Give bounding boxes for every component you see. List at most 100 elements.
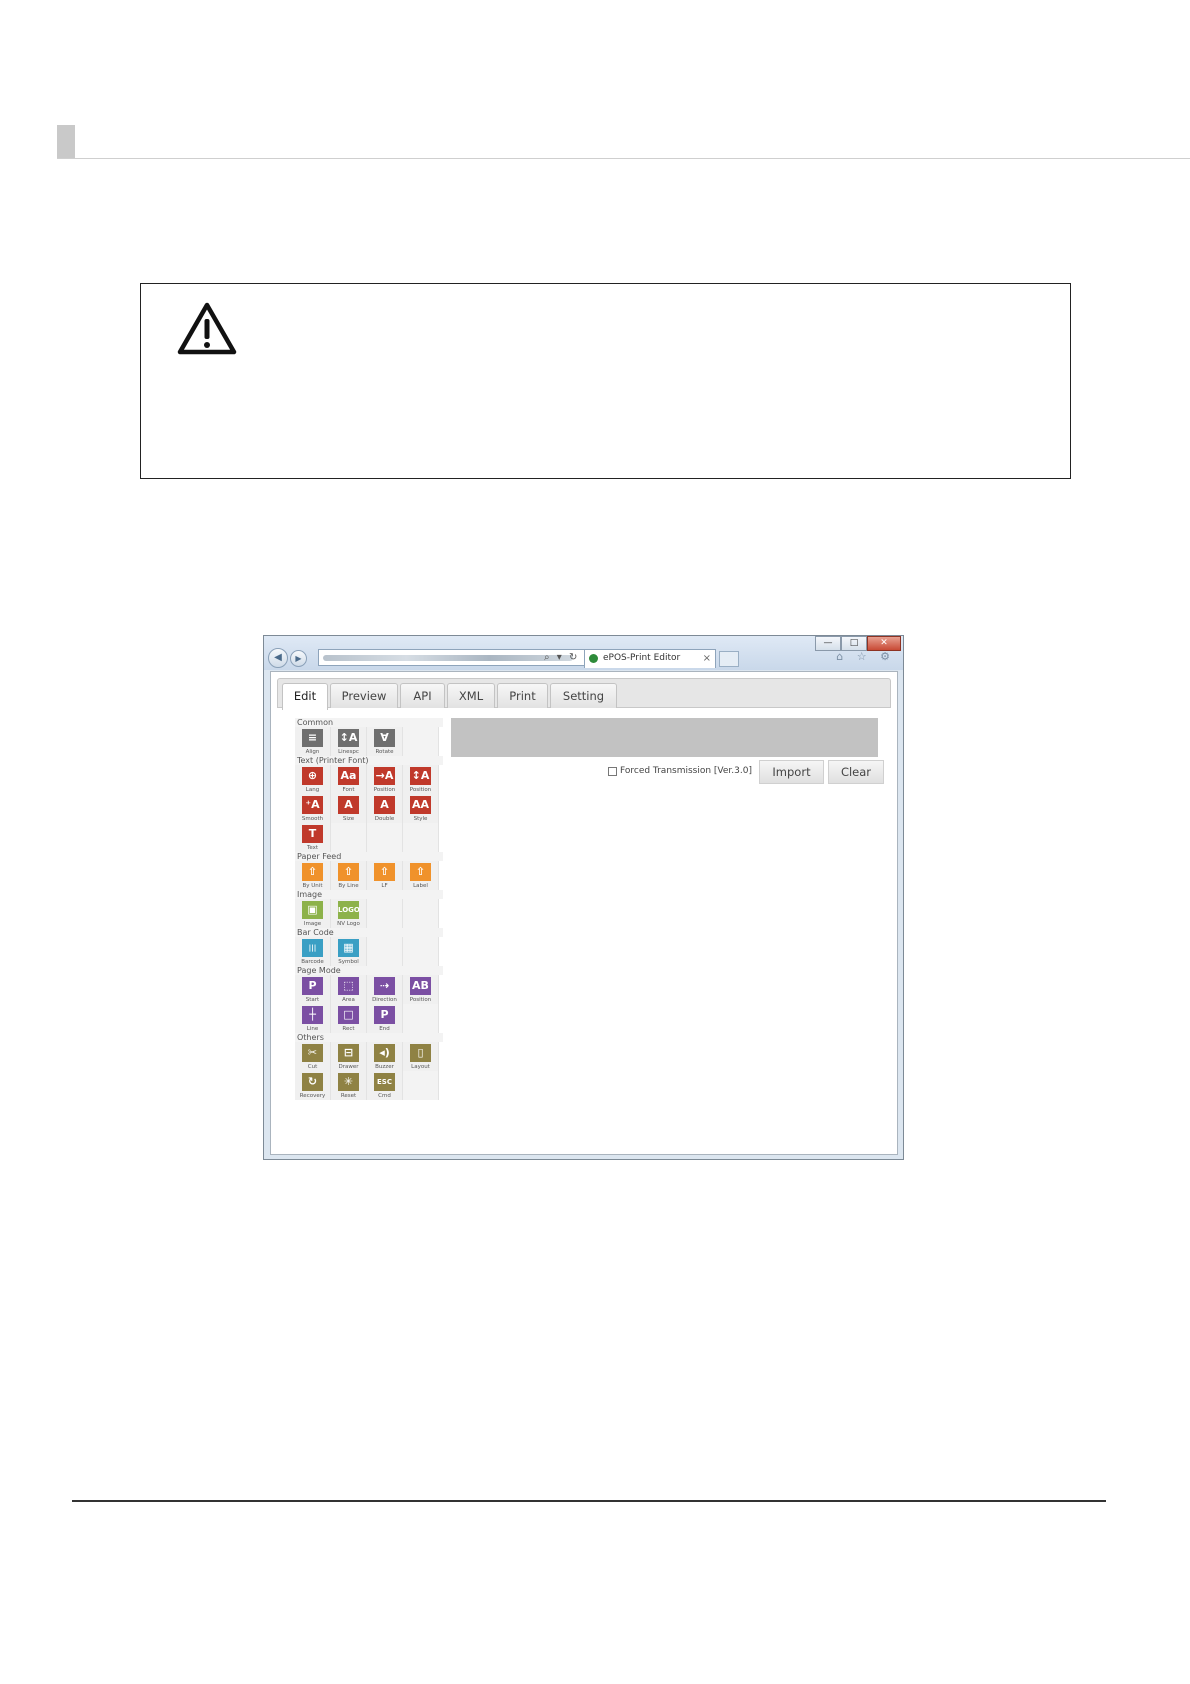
palette-row: ┼ Line □ Rect P End [295,1004,443,1033]
area-icon: ⬚ [338,977,359,995]
tab-close-icon[interactable]: × [703,650,711,667]
palette-item-drawer[interactable]: ⊟ Drawer [331,1042,367,1071]
section-header-rule [57,158,1190,159]
palette-item-label: Lang [305,787,320,793]
close-window-button[interactable]: ✕ [867,636,901,651]
palette-item-smooth[interactable]: ⁺A Smooth [295,794,331,823]
palette-empty-cell [403,899,439,928]
palette-item-label: Smooth [301,816,324,822]
new-tab-button[interactable] [719,651,739,667]
text-position-icon: →A [374,767,395,785]
palette-item-label: Cut [307,1064,318,1070]
palette-item-label: Start [305,997,320,1003]
footer-rule [72,1500,1106,1502]
forward-button[interactable]: ▶ [290,650,307,667]
tab-print[interactable]: Print [497,683,548,708]
palette-item-barcode[interactable]: ||| Barcode [295,937,331,966]
palette-section-label: Page Mode [295,966,443,975]
palette-row: ⊕ Lang Aa Font →A Position ↕A Position [295,765,443,794]
palette-item-line-spacing[interactable]: ↕A Linespc [331,727,367,756]
line-feed-icon: ⇧ [374,863,395,881]
palette-item-label: Position [409,997,432,1003]
page-start-icon: P [302,977,323,995]
tab-edit[interactable]: Edit [282,683,328,710]
palette-item-symbol[interactable]: ▦ Symbol [331,937,367,966]
palette-item-label: Label [413,883,428,889]
palette-item-label: Area [342,997,355,1003]
import-button[interactable]: Import [759,760,824,784]
page-content: Edit Preview API XML Print Setting Commo… [270,671,898,1155]
palette-item-language[interactable]: ⊕ Lang [295,765,331,794]
palette-item-page-start[interactable]: P Start [295,975,331,1004]
palette-row: ▣ Image LOGO NV Logo [295,899,443,928]
palette-item-recovery[interactable]: ↻ Recovery [295,1071,331,1100]
palette-item-rotate[interactable]: ∀ Rotate [367,727,403,756]
browser-toolbar-icons[interactable]: ⌂ ☆ ⚙ [836,650,895,663]
palette-item-image[interactable]: ▣ Image [295,899,331,928]
palette-item-vertical-position[interactable]: ↕A Position [403,765,439,794]
forced-transmission-checkbox[interactable]: Forced Transmission [Ver.3.0] [608,766,752,776]
palette-item-style[interactable]: AA Style [403,794,439,823]
section-header-marker [57,125,75,158]
browser-window: — □ ✕ ◀ ▶ ⌕ ▾ ↻ ✕ ePOS-Print Editor × ⌂ … [263,635,904,1160]
palette-item-align[interactable]: ≡ Align [295,727,331,756]
palette-item-rect[interactable]: □ Rect [331,1004,367,1033]
palette-item-label: Position [373,787,396,793]
palette-item-label: Image [303,921,322,927]
palette-item-nv-logo[interactable]: LOGO NV Logo [331,899,367,928]
palette-item-area[interactable]: ⬚ Area [331,975,367,1004]
browser-tab-epos-editor[interactable]: ePOS-Print Editor × [584,649,716,668]
command-icon: ESC [374,1073,395,1091]
tab-api[interactable]: API [400,683,445,708]
label-feed-icon: ⇧ [410,863,431,881]
app-tab-bar: Edit Preview API XML Print Setting [277,678,891,710]
palette-item-direction[interactable]: ⇢ Direction [367,975,403,1004]
font-icon: Aa [338,767,359,785]
tab-setting[interactable]: Setting [550,683,617,708]
rotate-icon: ∀ [374,729,395,747]
window-controls: — □ ✕ [815,636,901,651]
palette-row: T Text [295,823,443,852]
palette-item-page-end[interactable]: P End [367,1004,403,1033]
palette-item-label: Align [305,749,320,755]
palette-item-label: Layout [411,1064,430,1070]
palette-item-line-feed[interactable]: ⇧ LF [367,861,403,890]
checkbox-box[interactable] [608,766,617,776]
palette-empty-cell [403,937,439,966]
palette-item-label: Symbol [338,959,359,965]
palette-item-command[interactable]: ESC Cmd [367,1071,403,1100]
palette-item-buzzer[interactable]: ◂) Buzzer [367,1042,403,1071]
tab-preview[interactable]: Preview [330,683,398,708]
palette-row: ✂ Cut ⊟ Drawer ◂) Buzzer ▯ Layout [295,1042,443,1071]
palette-item-line[interactable]: ┼ Line [295,1004,331,1033]
palette-section-label: Common [295,718,443,727]
caution-box [140,283,1071,479]
page-position-icon: AB [410,977,431,995]
palette-item-feed-unit[interactable]: ⇧ By Unit [295,861,331,890]
maximize-button[interactable]: □ [841,636,867,651]
palette-item-label: Text [306,845,319,851]
palette-item-size[interactable]: A Size [331,794,367,823]
caution-icon [177,302,237,355]
palette-item-page-position[interactable]: AB Position [403,975,439,1004]
palette-item-layout[interactable]: ▯ Layout [403,1042,439,1071]
palette-item-label: Cmd [378,1093,391,1099]
tab-xml[interactable]: XML [447,683,495,708]
palette-item-text-position[interactable]: →A Position [367,765,403,794]
palette-item-font[interactable]: Aa Font [331,765,367,794]
rect-icon: □ [338,1006,359,1024]
palette-item-text[interactable]: T Text [295,823,331,852]
clear-button[interactable]: Clear [828,760,884,784]
palette-item-label: Buzzer [375,1064,394,1070]
symbol-icon: ▦ [338,939,359,957]
feed-line-icon: ⇧ [338,863,359,881]
palette-item-reset[interactable]: ✳ Reset [331,1071,367,1100]
minimize-button[interactable]: — [815,636,841,651]
palette-item-feed-line[interactable]: ⇧ By Line [331,861,367,890]
palette-item-label: NV Logo [337,921,360,927]
palette-empty-cell [367,823,403,852]
palette-item-double[interactable]: A Double [367,794,403,823]
palette-item-cut[interactable]: ✂ Cut [295,1042,331,1071]
palette-item-label-feed[interactable]: ⇧ Label [403,861,439,890]
back-button[interactable]: ◀ [268,648,288,668]
